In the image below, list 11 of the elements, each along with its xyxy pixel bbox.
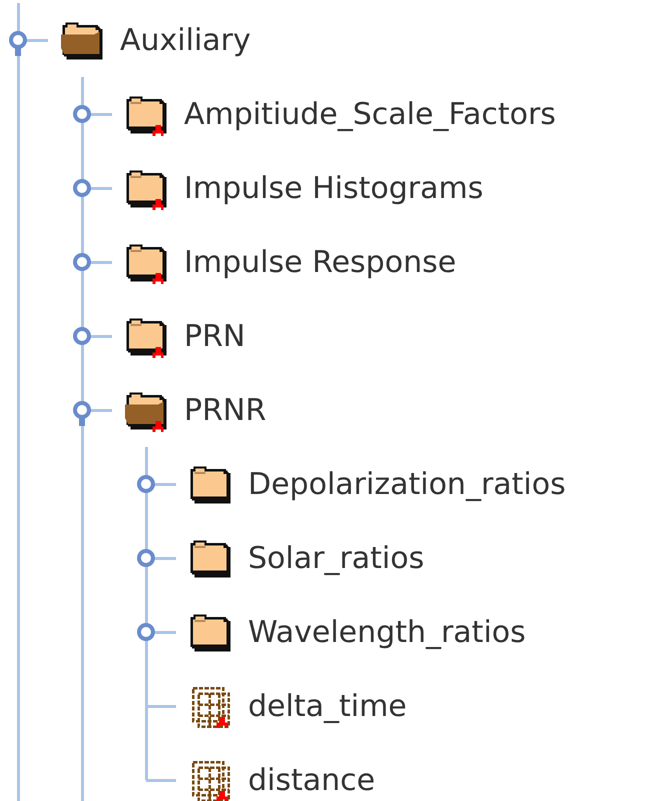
tree-item-label[interactable]: Depolarization_ratios [248, 466, 566, 502]
tree-item-label[interactable]: Ampitiude_Scale_Factors [184, 96, 556, 132]
tree-item-label[interactable]: Auxiliary [120, 22, 251, 58]
tree-item-label[interactable]: Impulse Histograms [184, 170, 484, 206]
tree-item-label[interactable]: distance [248, 762, 376, 798]
tree-item-label[interactable]: PRN [184, 318, 246, 354]
tree-item-label[interactable]: Solar_ratios [248, 540, 424, 576]
tree-item-label[interactable]: Wavelength_ratios [248, 614, 526, 650]
tree-item-label[interactable]: delta_time [248, 688, 407, 724]
tree-item-label[interactable]: Impulse Response [184, 244, 456, 280]
tree-item-label[interactable]: PRNR [184, 392, 266, 428]
